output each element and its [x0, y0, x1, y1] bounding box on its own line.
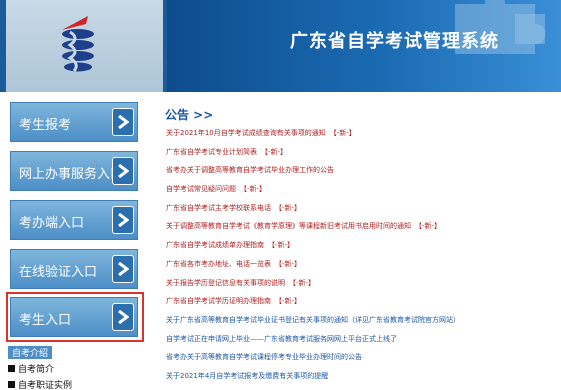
notice-link[interactable]: 关于调整高等教育自学考试《教育学原理》等课程新旧考试用书启用时间的通知	[166, 222, 411, 230]
chevron-right-icon	[112, 303, 134, 331]
chevron-right-icon	[112, 206, 134, 234]
notice-link[interactable]: 省考办关于调整高等教育自学考试毕业办理工作的公告	[166, 166, 334, 174]
chevron-right-icon	[112, 108, 134, 136]
notice-link[interactable]: 关于2021年10月自学考试成绩查询有关事项的通知	[166, 129, 326, 137]
bullet-icon	[8, 365, 15, 372]
notice-link[interactable]: 自学考试正在申请网上毕业——广东省教育考试服务网网上平台正式上线了	[166, 335, 397, 343]
sidebar-heading: 自考介绍	[8, 346, 53, 359]
notice-link[interactable]: 关于广东省高等教育自学考试毕业证书登记有关事项的通知（详见广东省教育考试院官方网…	[166, 316, 460, 324]
site-title: 广东省自学考试管理系统	[290, 31, 499, 52]
notice-title: 公告 >>	[165, 108, 214, 122]
notice-item: 广东省自学考试学历证明办理指南 【-新-】	[166, 292, 561, 311]
notice-item: 关于2021年4月自学考试报考及缴费有关事项的提醒	[166, 367, 561, 386]
new-badge: 【-新-】	[268, 241, 295, 250]
nav-button-exam-registration[interactable]: 考生报考	[10, 102, 138, 142]
notice-item: 省考办关于调整高等教育自学考试毕业办理工作的公告	[166, 161, 561, 180]
notice-item: 关于调整高等教育自学考试《教育学原理》等课程新旧考试用书启用时间的通知 【-新-】	[166, 217, 561, 236]
header: 广东省自学考试管理系统	[0, 0, 561, 92]
notice-link[interactable]: 广东省各市考办地址、电话一览表	[166, 260, 271, 268]
notice-item: 自学考试正在申请网上毕业——广东省教育考试服务网网上平台正式上线了	[166, 330, 561, 349]
notice-item: 关于报告学历登记信息有关事项的说明 【-新-】	[166, 274, 561, 293]
notice-item: 广东省自学考试成绩单办理指南 【-新-】	[166, 236, 561, 255]
nav-button-online-services[interactable]: 网上办事服务入口	[10, 151, 138, 191]
notice-item: 广东省各市考办地址、电话一览表 【-新-】	[166, 255, 561, 274]
notice-link[interactable]: 广东省自学考试成绩单办理指南	[166, 241, 264, 249]
notice-item: 关于2021年10月自学考试成绩查询有关事项的通知 【-新-】	[166, 124, 561, 143]
notice-link[interactable]: 广东省自学考试专业计划简表	[166, 148, 257, 156]
chevron-right-icon	[112, 255, 134, 283]
notice-link[interactable]: 广东省自学考试学历证明办理指南	[166, 297, 271, 305]
new-badge: 【-新-】	[289, 278, 316, 287]
nav-button-label: 网上办事服务入口	[19, 167, 124, 182]
sidebar-item-label: 自考职证实例	[18, 381, 73, 390]
notice-link[interactable]: 省考办关于高等教育自学考试课程停考专业毕业办理时间的公告	[166, 353, 362, 361]
chevron-right-icon	[112, 157, 134, 185]
logo[interactable]	[6, 0, 163, 92]
new-badge: 【-新-】	[329, 129, 356, 137]
notice-item: 关于广东省高等教育自学考试毕业证书登记有关事项的通知（详见广东省教育考试院官方网…	[166, 311, 561, 330]
new-badge: 【-新-】	[261, 147, 288, 156]
nav-button-candidate-portal[interactable]: 考生入口	[10, 297, 138, 337]
notice-item: 自学考试常见疑问问题 【-新-】	[166, 180, 561, 199]
notice-link[interactable]: 广东省自学考试主考学校联系电话	[166, 204, 271, 212]
sidebar-item-cases[interactable]: 自考职证实例	[8, 378, 72, 390]
notice-item: 省考办关于高等教育自学考试课程停考专业毕业办理时间的公告	[166, 348, 561, 367]
nav-button-label: 考生报考	[19, 118, 72, 133]
new-badge: 【-新-】	[275, 259, 302, 268]
new-badge: 【-新-】	[415, 222, 442, 231]
notice-list: 关于2021年10月自学考试成绩查询有关事项的通知 【-新-】 广东省自学考试专业计…	[166, 124, 561, 386]
sidebar-item-label: 自考简介	[18, 365, 55, 375]
logo-icon	[62, 16, 94, 72]
sidebar-item-intro[interactable]: 自考简介	[8, 362, 54, 375]
nav-button-label: 在线验证入口	[19, 265, 98, 280]
bullet-icon	[8, 381, 15, 388]
new-badge: 【-新-】	[275, 203, 302, 212]
notice-link[interactable]: 关于2021年4月自学考试报考及缴费有关事项的提醒	[166, 372, 328, 380]
notice-link[interactable]: 关于报告学历登记信息有关事项的说明	[166, 279, 285, 287]
nav-button-exam-office-portal[interactable]: 考办端入口	[10, 200, 138, 240]
nav-button-online-verification[interactable]: 在线验证入口	[10, 249, 138, 289]
new-badge: 【-新-】	[275, 297, 302, 306]
notice-link[interactable]: 自学考试常见疑问问题	[166, 185, 236, 193]
nav-button-label: 考办端入口	[19, 216, 85, 231]
notice-item: 广东省自学考试主考学校联系电话 【-新-】	[166, 199, 561, 218]
nav-button-label: 考生入口	[19, 313, 72, 328]
new-badge: 【-新-】	[240, 185, 267, 194]
notice-item: 广东省自学考试专业计划简表 【-新-】	[166, 143, 561, 162]
